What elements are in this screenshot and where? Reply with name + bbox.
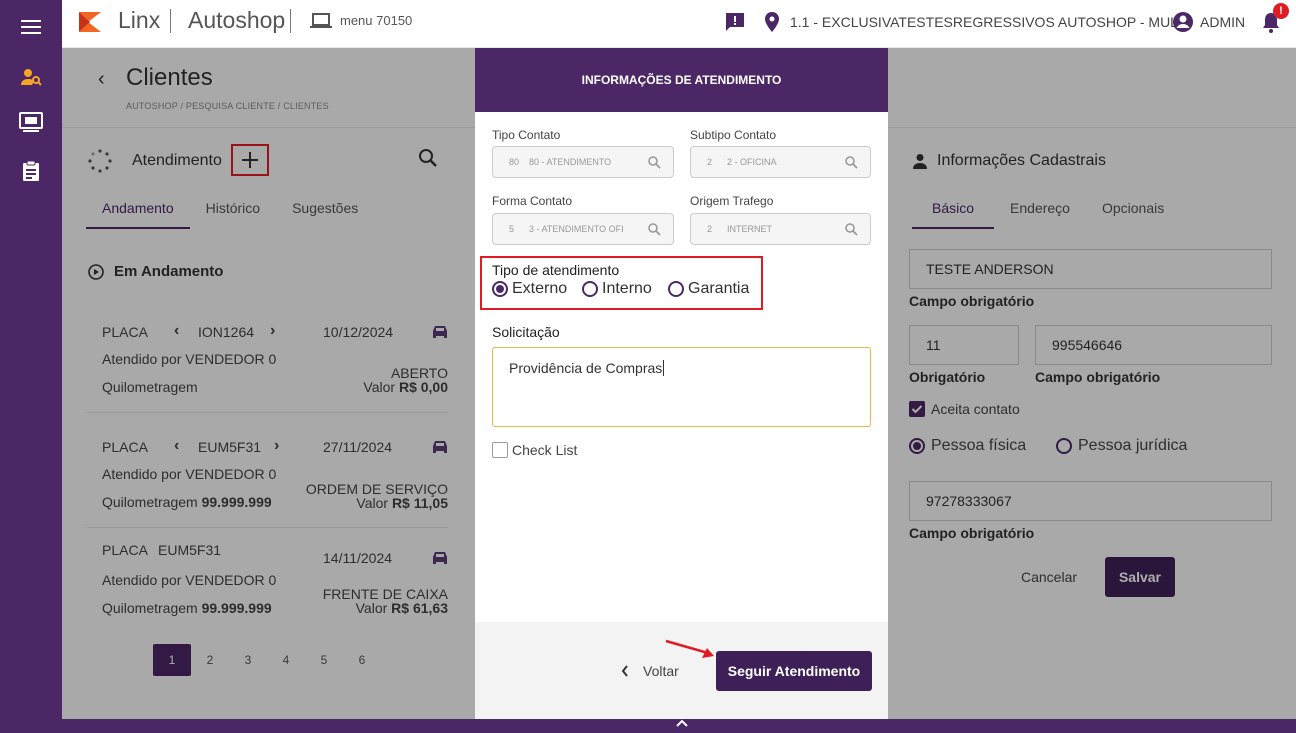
subtipo-label: Subtipo Contato — [690, 128, 777, 142]
menu-icon[interactable] — [12, 12, 50, 42]
divider — [290, 9, 291, 33]
subtipo-field[interactable]: 2 2 - OFICINA — [690, 146, 871, 178]
origem-trafego-value: INTERNET — [727, 224, 772, 234]
chevron-up-icon[interactable] — [675, 718, 689, 728]
sidebar — [0, 0, 62, 733]
store-name[interactable]: 1.1 - EXCLUSIVATESTESREGRESSIVOS AUTOSHO… — [790, 14, 1185, 30]
origem-trafego-label: Origem Trafego — [690, 194, 774, 208]
tipo-contato-field[interactable]: 80 80 - ATENDIMENTO — [492, 146, 674, 178]
feedback-icon[interactable] — [724, 11, 746, 33]
checklist-label: Check List — [512, 442, 578, 458]
clipboard-icon[interactable] — [12, 156, 50, 186]
tipo-atendimento-highlight — [480, 256, 763, 310]
monitor-icon[interactable] — [12, 108, 50, 138]
customer-search-icon[interactable] — [12, 62, 50, 92]
modal-title: INFORMAÇÕES DE ATENDIMENTO — [475, 48, 888, 112]
search-icon[interactable] — [647, 155, 661, 169]
location-pin-icon — [765, 12, 779, 32]
forma-contato-value: 3 - ATENDIMENTO OFI — [529, 224, 624, 234]
solicitacao-label: Solicitação — [492, 324, 560, 340]
divider — [170, 9, 171, 33]
tipo-contato-value: 80 - ATENDIMENTO — [529, 157, 612, 167]
seguir-atendimento-button[interactable]: Seguir Atendimento — [716, 651, 872, 691]
linx-logo — [79, 12, 101, 32]
laptop-icon — [310, 13, 332, 28]
forma-contato-field[interactable]: 5 3 - ATENDIMENTO OFI — [492, 213, 674, 245]
origem-trafego-field[interactable]: 2 INTERNET — [690, 213, 871, 245]
search-icon[interactable] — [844, 222, 858, 236]
tipo-contato-label: Tipo Contato — [492, 128, 561, 142]
user-name[interactable]: ADMIN — [1200, 14, 1245, 30]
solicitacao-textarea[interactable]: Providência de Compras — [492, 347, 871, 427]
modal-footer: Voltar Seguir Atendimento — [475, 622, 888, 719]
chevron-left-icon — [621, 664, 628, 677]
brand-name: Linx — [118, 7, 161, 33]
forma-contato-label: Forma Contato — [492, 194, 573, 208]
subtipo-value: 2 - OFICINA — [727, 157, 777, 167]
checklist-checkbox[interactable]: Check List — [492, 442, 577, 458]
checkbox-unchecked-icon — [492, 442, 508, 458]
top-bar: Linx Autoshop menu 70150 1.1 - EXCLUSIVA… — [62, 0, 1296, 48]
menu-code: menu 70150 — [340, 13, 413, 28]
search-icon[interactable] — [647, 222, 661, 236]
pointer-arrow-icon — [665, 639, 714, 658]
user-avatar-icon[interactable] — [1172, 11, 1194, 33]
notification-badge: ! — [1273, 3, 1289, 19]
search-icon[interactable] — [844, 155, 858, 169]
app-name: Autoshop — [188, 7, 286, 33]
